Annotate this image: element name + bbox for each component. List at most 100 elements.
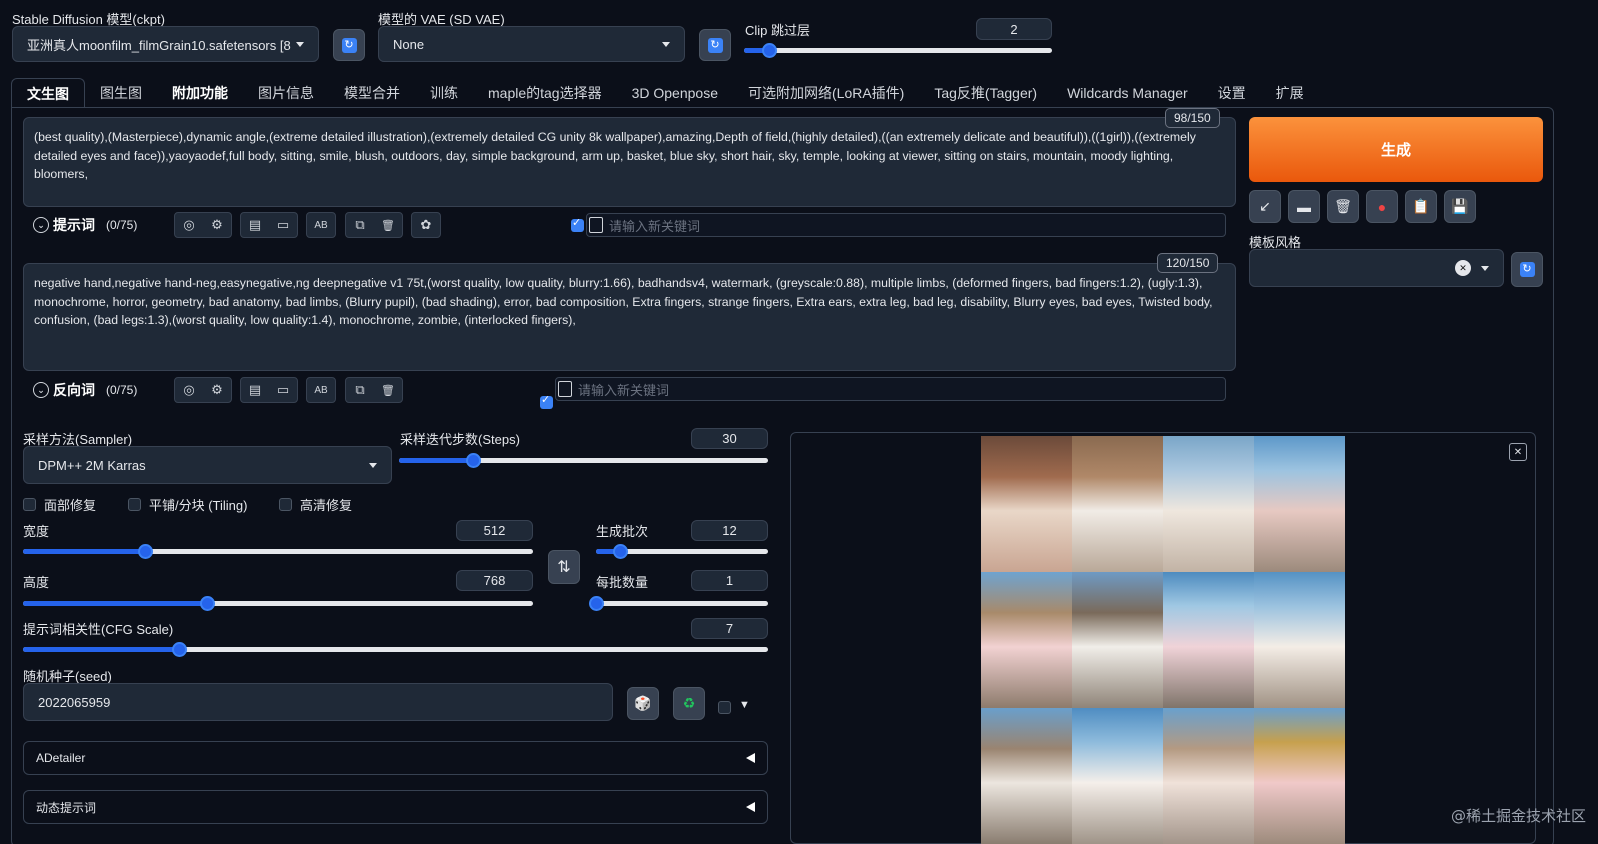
negative-keyword-input[interactable]: 请输入新关键词 [555, 377, 1226, 401]
width-slider[interactable] [23, 543, 533, 559]
batch-size-slider[interactable] [589, 595, 768, 611]
batch-size-input[interactable]: 1 [691, 570, 768, 591]
extra-seed-checkbox[interactable] [718, 701, 731, 714]
face-restore-option[interactable]: 面部修复 [23, 495, 96, 514]
red-card-icon: ● [1377, 198, 1387, 215]
tab-tag-selector[interactable]: maple的tag选择器 [473, 78, 617, 108]
clipboard-icon[interactable]: ▤ [241, 378, 269, 402]
tab-lora[interactable]: 可选附加网络(LoRA插件) [733, 78, 919, 108]
generated-image[interactable] [1254, 708, 1345, 844]
model-select[interactable]: 亚洲真人moonfilm_filmGrain10.safetensors [8 [12, 26, 319, 62]
clear-prompt-button[interactable]: ▬ [1288, 190, 1320, 223]
save-style-button[interactable]: 💾 [1444, 190, 1476, 223]
cfg-input[interactable]: 7 [691, 618, 768, 639]
tab-extras[interactable]: 附加功能 [157, 78, 243, 108]
batch-count-slider[interactable] [596, 543, 768, 559]
read-params-button[interactable]: ↙ [1249, 190, 1281, 223]
globe-icon[interactable]: ◎ [175, 378, 203, 402]
cfg-slider[interactable] [23, 641, 768, 657]
generated-image[interactable] [981, 436, 1072, 572]
generated-image[interactable] [1254, 436, 1345, 572]
gear-icon[interactable]: ⚙ [203, 378, 231, 402]
tab-txt2img[interactable]: 文生图 [11, 78, 85, 108]
prompt-keyword-input[interactable]: 请输入新关键词 [586, 213, 1226, 237]
hires-option[interactable]: 高清修复 [279, 495, 352, 514]
tab-png-info[interactable]: 图片信息 [243, 78, 329, 108]
height-input[interactable]: 768 [456, 570, 533, 591]
steps-input[interactable]: 30 [691, 428, 768, 449]
negative-keyword-checkbox[interactable] [540, 393, 553, 409]
dynamic-prompts-accordion[interactable]: 动态提示词 [23, 790, 768, 824]
generated-image[interactable] [1072, 708, 1163, 844]
trash-icon[interactable]: 🗑 [374, 213, 402, 237]
tab-settings[interactable]: 设置 [1203, 78, 1261, 108]
tiling-checkbox[interactable] [128, 498, 141, 511]
batch-count-input[interactable]: 12 [691, 520, 768, 541]
image-grid[interactable] [981, 436, 1345, 844]
generate-button[interactable]: 生成 [1249, 117, 1543, 182]
tab-wildcards[interactable]: Wildcards Manager [1052, 78, 1203, 108]
sampler-select[interactable]: DPM++ 2M Karras [23, 446, 392, 484]
clip-skip-slider[interactable] [744, 42, 1052, 58]
generated-image[interactable] [1072, 436, 1163, 572]
tab-merge[interactable]: 模型合并 [329, 78, 415, 108]
apply-style-button[interactable]: 📋 [1405, 190, 1437, 223]
generated-image[interactable] [981, 708, 1072, 844]
hires-checkbox[interactable] [279, 498, 292, 511]
generated-image[interactable] [1254, 572, 1345, 708]
clear-icon[interactable]: ✕ [1455, 260, 1471, 276]
show-extra-networks-button[interactable]: ● [1366, 190, 1398, 223]
tab-openpose[interactable]: 3D Openpose [617, 78, 733, 108]
negative-prompt-textarea[interactable]: negative hand,negative hand-neg,easynega… [23, 263, 1236, 371]
openai-icon[interactable]: ✿ [412, 213, 440, 237]
height-slider[interactable] [23, 595, 533, 611]
clipboard-icon: 📋 [1412, 198, 1430, 214]
bookmark-icon[interactable]: ▭ [269, 378, 297, 402]
reuse-seed-button[interactable]: ♻ [673, 687, 705, 720]
delete-button[interactable]: 🗑 [1327, 190, 1359, 223]
clip-skip-input[interactable]: 2 [976, 18, 1052, 40]
generated-image[interactable] [1072, 572, 1163, 708]
generated-image[interactable] [1163, 572, 1254, 708]
tab-extensions[interactable]: 扩展 [1261, 78, 1319, 108]
clipboard-icon[interactable]: ▤ [241, 213, 269, 237]
face-restore-label: 面部修复 [44, 498, 97, 513]
tab-train[interactable]: 训练 [415, 78, 473, 108]
style-select[interactable]: ✕ [1249, 249, 1504, 287]
chevron-down-icon [369, 462, 377, 468]
copy-icon[interactable]: ⧉ [346, 213, 374, 237]
vae-select[interactable]: None [378, 26, 685, 62]
prompt-keyword-checkbox[interactable] [571, 216, 584, 232]
prompt-textarea[interactable]: (best quality),(Masterpiece),dynamic ang… [23, 117, 1236, 207]
adetailer-accordion[interactable]: ADetailer [23, 741, 768, 775]
translate-icon[interactable]: AB [307, 378, 335, 402]
face-restore-checkbox[interactable] [23, 498, 36, 511]
negative-token-counter: 120/150 [1157, 253, 1219, 273]
batch-size-label: 每批数量 [596, 575, 649, 590]
tab-tagger[interactable]: Tag反推(Tagger) [919, 78, 1052, 108]
globe-icon[interactable]: ◎ [175, 213, 203, 237]
vae-refresh-button[interactable]: ↻ [699, 29, 731, 61]
close-icon[interactable]: ✕ [1509, 443, 1527, 461]
gear-icon[interactable]: ⚙ [203, 213, 231, 237]
chevron-down-icon [662, 41, 670, 47]
prompt-section-title[interactable]: ⌄ 提示词 [33, 215, 95, 235]
swap-dimensions-button[interactable]: ⇅ [548, 550, 580, 584]
style-refresh-button[interactable]: ↻ [1511, 252, 1543, 287]
model-refresh-button[interactable]: ↻ [333, 29, 365, 61]
copy-icon[interactable]: ⧉ [346, 378, 374, 402]
negative-section-title[interactable]: ⌄ 反向词 [33, 380, 95, 400]
tab-img2img[interactable]: 图生图 [85, 78, 157, 108]
extra-seed-toggle[interactable]: ▼ [739, 699, 750, 711]
generated-image[interactable] [1163, 436, 1254, 572]
tiling-option[interactable]: 平铺/分块 (Tiling) [128, 495, 247, 514]
random-seed-button[interactable]: 🎲 [627, 687, 659, 720]
trash-icon[interactable]: 🗑 [374, 378, 402, 402]
bookmark-icon[interactable]: ▭ [269, 213, 297, 237]
generated-image[interactable] [1163, 708, 1254, 844]
seed-input[interactable]: 2022065959 [23, 683, 613, 721]
steps-slider[interactable] [399, 452, 768, 468]
generated-image[interactable] [981, 572, 1072, 708]
translate-icon[interactable]: AB [307, 213, 335, 237]
width-input[interactable]: 512 [456, 520, 533, 541]
